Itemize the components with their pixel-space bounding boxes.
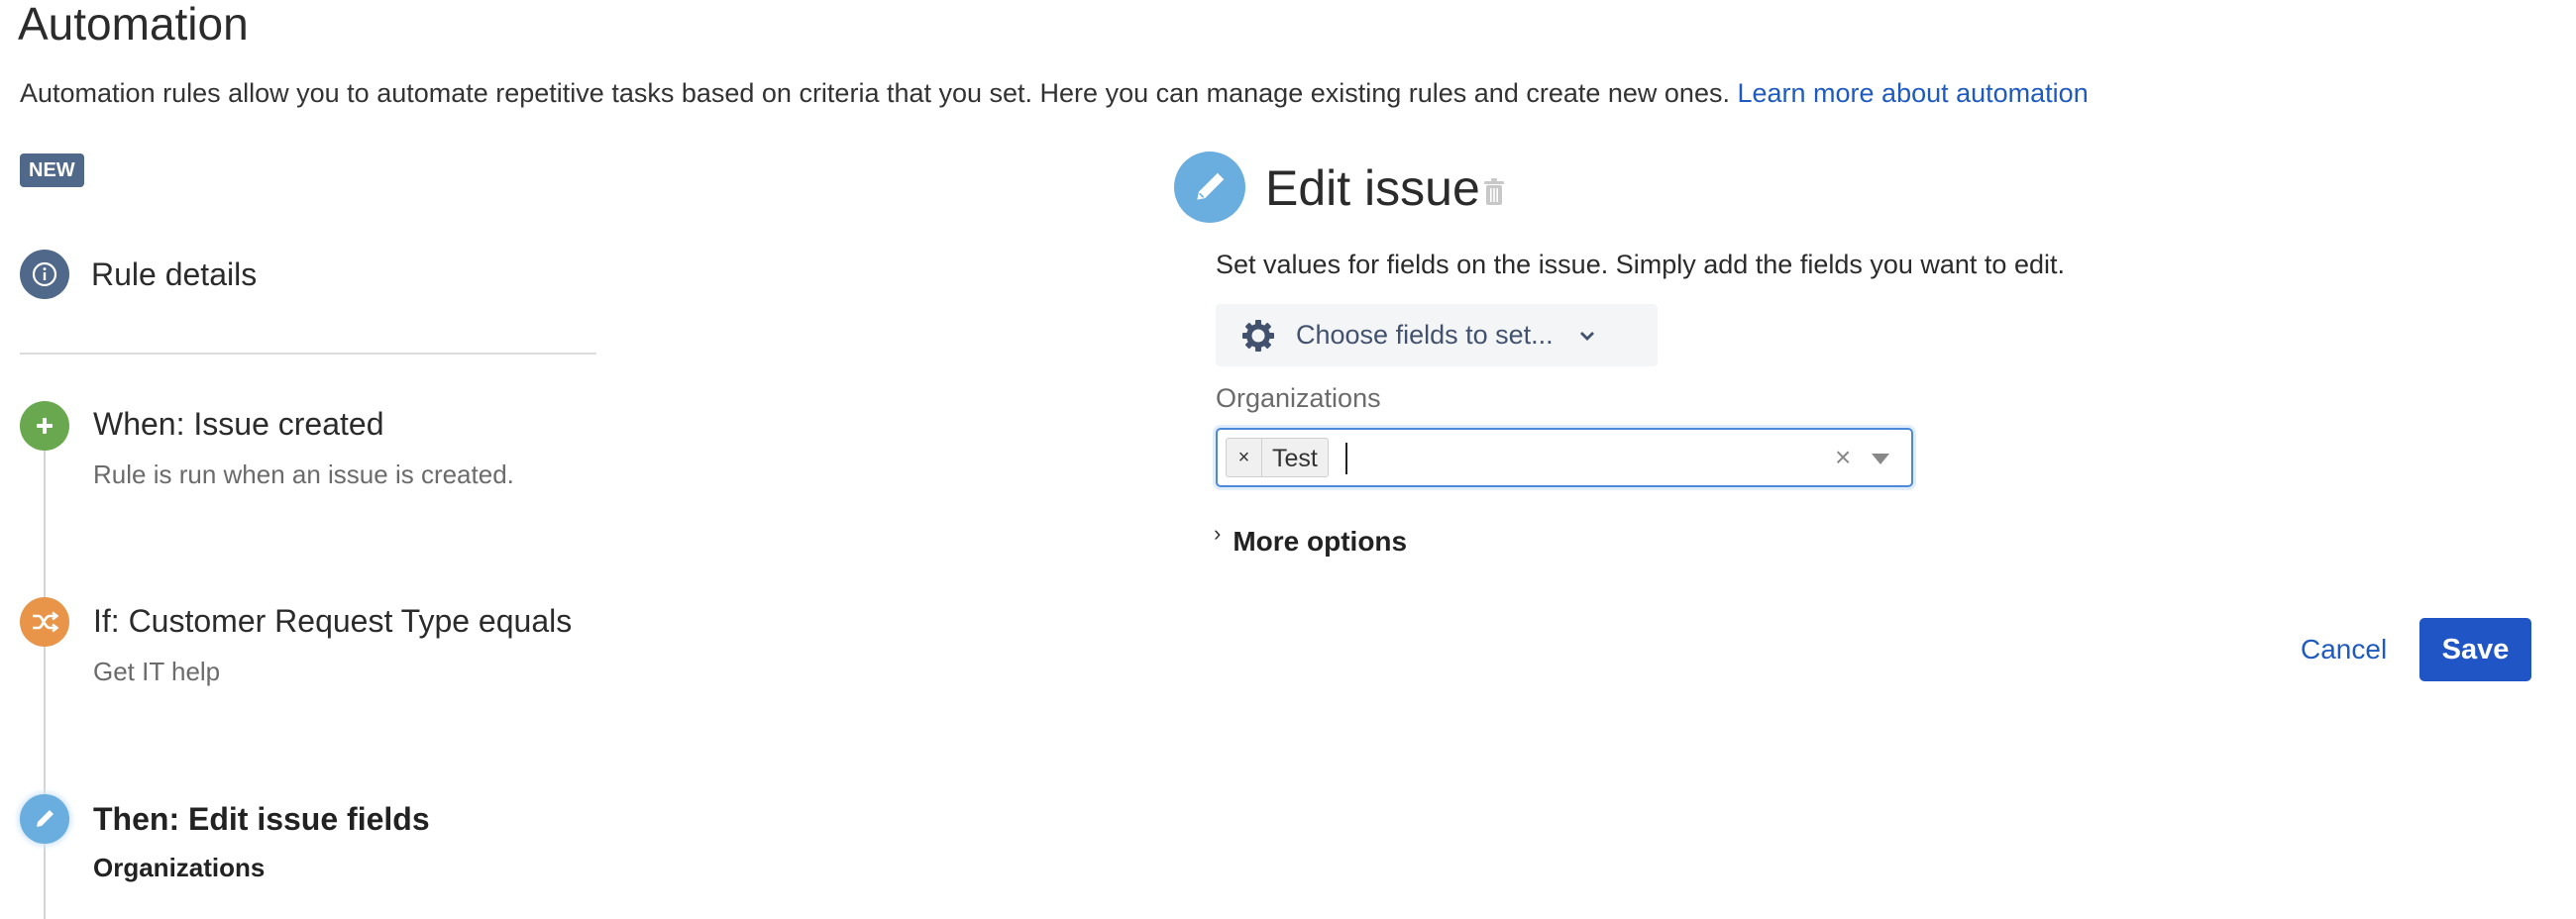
then-step-title[interactable]: Then: Edit issue fields xyxy=(93,800,430,838)
new-badge: NEW xyxy=(20,153,84,187)
timeline-connector xyxy=(44,451,46,919)
pencil-icon xyxy=(37,810,54,827)
pencil-icon xyxy=(1197,172,1225,200)
page-title: Automation xyxy=(18,0,249,50)
chevron-down-icon xyxy=(1579,331,1594,341)
rule-details-step[interactable] xyxy=(20,250,69,299)
selected-value-label: Test xyxy=(1272,445,1318,472)
dropdown-arrow-icon[interactable] xyxy=(1872,454,1889,464)
when-step-title[interactable]: When: Issue created xyxy=(93,405,383,443)
then-step-subtitle: Organizations xyxy=(93,853,266,882)
more-options-toggle[interactable]: › More options xyxy=(1214,521,1408,558)
editor-title: Edit issue xyxy=(1265,160,1480,216)
clear-icon[interactable]: × xyxy=(1835,440,1851,475)
trash-icon[interactable] xyxy=(1483,178,1505,211)
selected-value-chip: × Test xyxy=(1226,438,1329,477)
divider xyxy=(20,353,596,355)
description-text: Automation rules allow you to automate r… xyxy=(20,78,1730,108)
organizations-field-label: Organizations xyxy=(1216,383,1381,413)
chevron-right-icon: › xyxy=(1214,521,1222,546)
then-step-icon-wrap[interactable] xyxy=(20,794,69,844)
save-button[interactable]: Save xyxy=(2419,618,2531,681)
choose-fields-button[interactable]: Choose fields to set... xyxy=(1216,304,1658,366)
page-description: Automation rules allow you to automate r… xyxy=(20,77,2089,109)
remove-value-button[interactable]: × xyxy=(1227,439,1262,476)
learn-more-link[interactable]: Learn more about automation xyxy=(1737,78,2088,108)
gear-icon xyxy=(1242,319,1274,352)
if-step-icon-wrap[interactable] xyxy=(20,597,69,647)
edit-issue-icon-wrap xyxy=(1174,152,1245,223)
info-icon xyxy=(32,261,57,287)
when-step-icon-wrap[interactable] xyxy=(20,401,69,451)
if-step-title[interactable]: If: Customer Request Type equals xyxy=(93,602,572,640)
cancel-button[interactable]: Cancel xyxy=(2285,618,2403,681)
text-caret xyxy=(1345,443,1347,474)
rule-details-label[interactable]: Rule details xyxy=(91,255,257,293)
more-options-label: More options xyxy=(1233,526,1408,557)
plus-icon xyxy=(37,418,53,434)
organizations-input[interactable]: × Test × xyxy=(1216,428,1913,487)
if-step-subtitle: Get IT help xyxy=(93,657,221,686)
when-step-subtitle: Rule is run when an issue is created. xyxy=(93,460,514,489)
editor-description: Set values for fields on the issue. Simp… xyxy=(1216,250,2065,279)
choose-fields-label: Choose fields to set... xyxy=(1296,320,1554,350)
shuffle-icon xyxy=(33,611,58,633)
